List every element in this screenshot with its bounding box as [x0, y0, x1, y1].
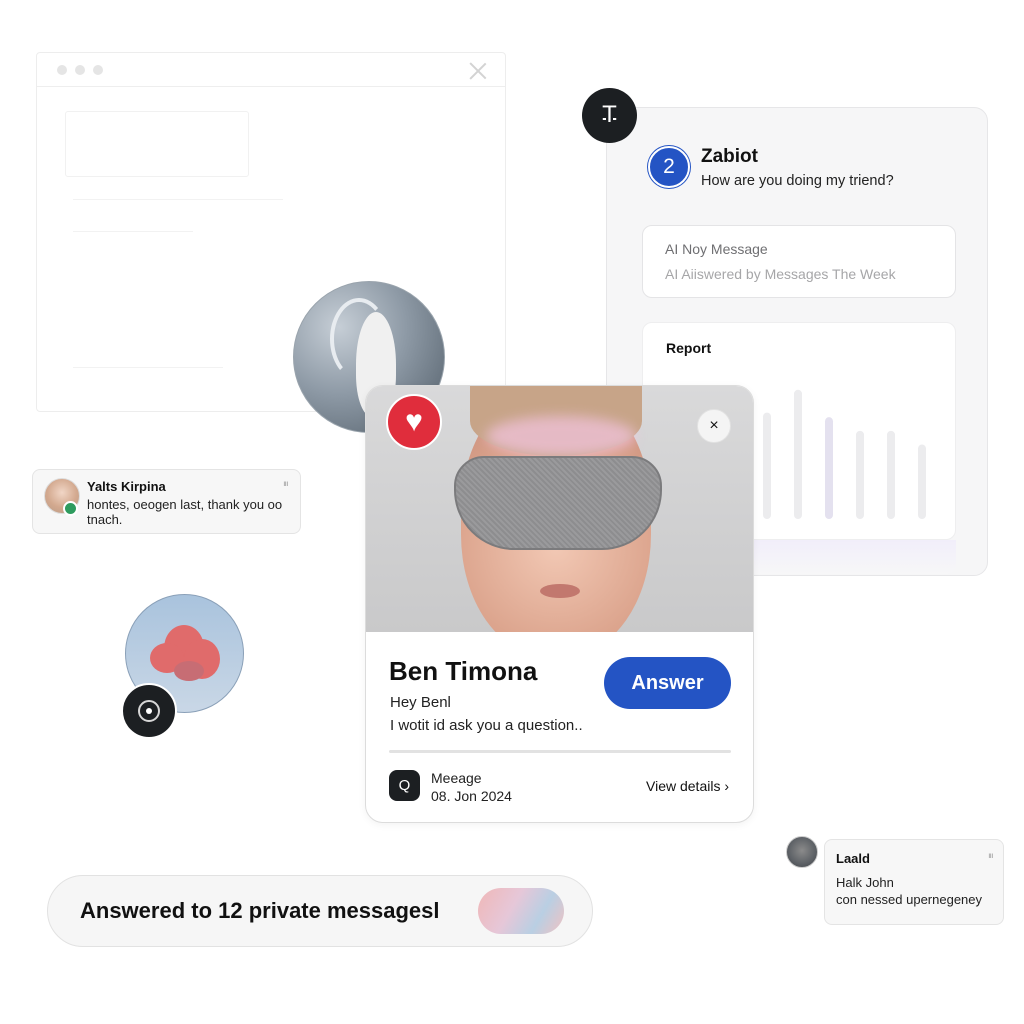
bubble-message: Halk John con nessed upernegeney [836, 874, 982, 908]
bubble-message: hontes, oeogen last, thank you oo tnach. [87, 497, 283, 527]
meta-label: Meeage [431, 770, 482, 786]
ai-message-card[interactable]: AI Noy Message AI Aiiswered by Messages … [642, 225, 956, 298]
text-cursor-icon: T [602, 103, 617, 128]
report-bar [856, 430, 864, 519]
window-placeholder-box [65, 111, 249, 177]
heart-icon[interactable]: ♥ [386, 394, 442, 450]
answered-summary-pill[interactable]: Answered to 12 private messagesl [47, 875, 593, 947]
pill-thumbnail [478, 888, 564, 934]
bubble-sender-name: Laald [836, 851, 870, 866]
text-tool-button[interactable]: T [582, 88, 637, 143]
window-placeholder-line [73, 367, 223, 368]
bubble-line: con nessed upernegeney [836, 892, 983, 907]
avatar [786, 836, 818, 868]
window-close-icon[interactable] [469, 62, 487, 80]
online-status-icon [63, 501, 78, 516]
report-bar [763, 412, 771, 519]
photo-lips [540, 584, 580, 598]
bot-message: How are you doing my triend? [701, 173, 894, 189]
view-details-link[interactable]: View details › [646, 778, 729, 794]
window-titlebar [37, 53, 505, 87]
unread-count-badge: 2 [648, 146, 690, 188]
bubble-time: ᴵᴵᴵ [283, 480, 288, 490]
report-bar [794, 389, 802, 519]
answered-summary-text: Answered to 12 private messagesl [80, 898, 440, 923]
meta-date: 08. Jon 2024 [431, 788, 512, 804]
bubble-time: ᴵᴵᴵ [988, 852, 993, 862]
photo-glow [486, 416, 636, 456]
close-icon[interactable]: × [697, 409, 731, 443]
report-bar [825, 417, 833, 519]
window-placeholder-line [73, 231, 193, 232]
message-card [365, 385, 754, 823]
message-preview: I wotit id ask you a question.. [390, 717, 583, 734]
window-dot [57, 65, 67, 75]
message-search-icon: Q [389, 770, 420, 801]
sleep-mask [454, 456, 662, 550]
card-divider [389, 750, 731, 753]
bubble-sender-name: Yalts Kirpina [87, 479, 166, 494]
window-dot [75, 65, 85, 75]
bot-name: Zabiot [701, 146, 758, 167]
window-placeholder-line [73, 199, 283, 200]
ai-card-subtitle: AI Aiiswered by Messages The Week [665, 266, 896, 282]
answer-button[interactable]: Answer [604, 657, 731, 709]
cloud-puff [174, 661, 204, 681]
chat-bubble-laald[interactable]: Laald ᴵᴵᴵ Halk John con nessed upernegen… [824, 839, 1004, 925]
camera-button[interactable] [121, 683, 177, 739]
sender-name: Ben Timona [389, 656, 538, 686]
ai-card-title: AI Noy Message [665, 241, 768, 257]
camera-icon [138, 700, 160, 722]
report-bar [918, 444, 926, 519]
message-greeting: Hey Benl [390, 694, 451, 711]
window-dot [93, 65, 103, 75]
chat-bubble-yalts[interactable]: Yalts Kirpina ᴵᴵᴵ hontes, oeogen last, t… [32, 469, 301, 534]
bubble-line: Halk John [836, 875, 894, 890]
report-bar [887, 430, 895, 519]
